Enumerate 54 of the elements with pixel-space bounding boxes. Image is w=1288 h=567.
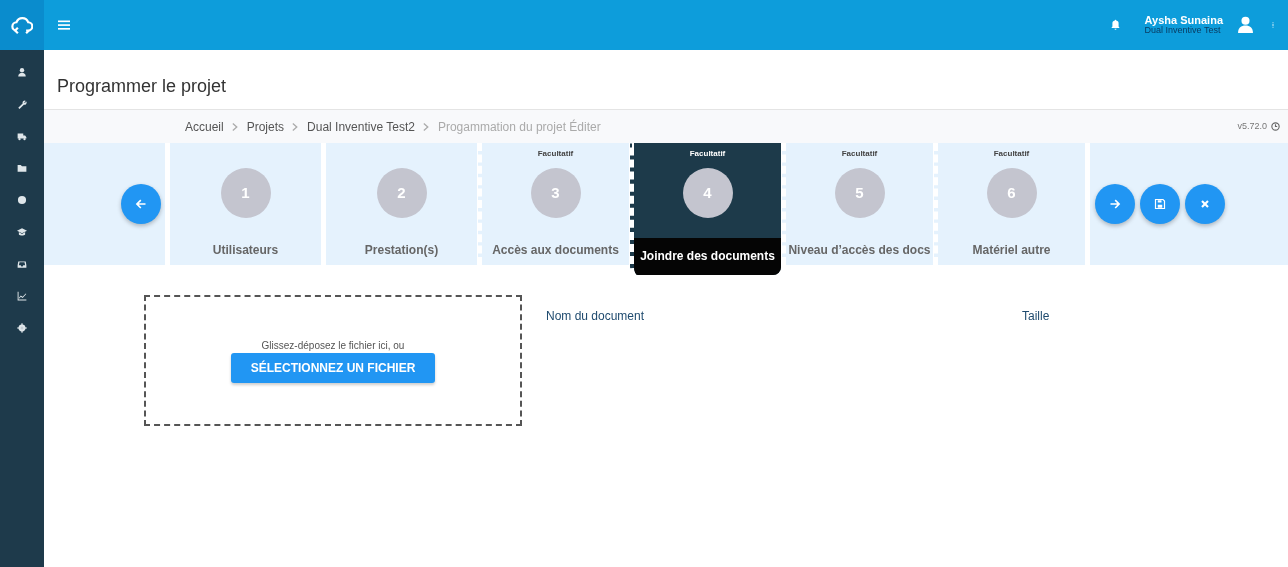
user-name: Aysha Sunaina bbox=[1144, 14, 1223, 26]
step-tab[interactable]: Facultatif 5 Niveau d’accès des docs bbox=[782, 143, 933, 265]
step-optional-label: Facultatif bbox=[537, 149, 574, 158]
user-icon[interactable] bbox=[17, 67, 27, 77]
step-label: Matériel autre bbox=[972, 242, 1051, 259]
wrench-icon[interactable] bbox=[17, 99, 27, 109]
bell-icon[interactable] bbox=[1109, 19, 1121, 31]
breadcrumb-current: Progammation du projet Éditer bbox=[437, 118, 601, 136]
step-label: Niveau d’accès des docs bbox=[788, 242, 931, 259]
cloud-logo-icon bbox=[11, 14, 33, 36]
menu-icon[interactable] bbox=[58, 19, 70, 31]
step-number: 2 bbox=[376, 168, 427, 218]
truck-icon[interactable] bbox=[17, 131, 27, 141]
step-tab[interactable]: Facultatif 4 Joindre des documents bbox=[630, 143, 781, 275]
step-tab[interactable]: Facultatif 6 Matériel autre bbox=[934, 143, 1085, 265]
step-label: Joindre des documents bbox=[634, 238, 781, 275]
file-drop-zone[interactable]: Glissez-déposez le fichier ici, ou SÉLECTIONNEZ UN FICHIER bbox=[144, 295, 522, 426]
close-icon bbox=[1199, 198, 1211, 210]
step-optional-label: Facultatif bbox=[993, 149, 1030, 158]
step-label: Utilisateurs bbox=[212, 242, 279, 259]
step-label: Accès aux documents bbox=[492, 242, 619, 259]
next-button[interactable] bbox=[1095, 184, 1135, 224]
column-header: Taille bbox=[1022, 308, 1050, 325]
step-number: 4 bbox=[682, 168, 733, 218]
step-tab[interactable]: Facultatif 3 Accès aux documents bbox=[478, 143, 629, 265]
save-button[interactable] bbox=[1140, 184, 1180, 224]
graduation-cap-icon[interactable] bbox=[17, 227, 27, 237]
step-number: 1 bbox=[220, 168, 271, 218]
user-avatar-icon[interactable] bbox=[1237, 16, 1254, 34]
step-tab[interactable]: 1 Utilisateurs bbox=[170, 143, 321, 265]
breadcrumb-link[interactable]: Dual Inventive Test2 bbox=[307, 117, 415, 136]
step-number: 6 bbox=[986, 168, 1037, 218]
column-header: Nom du document bbox=[546, 308, 646, 325]
breadcrumb-link[interactable]: Accueil bbox=[185, 117, 224, 136]
breadcrumb-link[interactable]: Projets bbox=[246, 117, 285, 136]
chevron-icon bbox=[421, 121, 431, 132]
version-text: v5.72.0 bbox=[1237, 119, 1267, 133]
back-button[interactable] bbox=[121, 184, 161, 224]
user-organization: Dual Inventive Test bbox=[1144, 26, 1222, 36]
step-label: Prestation(s) bbox=[364, 242, 439, 259]
chevron-icon bbox=[230, 121, 240, 132]
step-number: 5 bbox=[834, 168, 885, 218]
close-button[interactable] bbox=[1185, 184, 1225, 224]
chart-icon[interactable] bbox=[17, 291, 27, 301]
step-optional-label: Facultatif bbox=[689, 149, 726, 158]
drop-zone-hint: Glissez-déposez le fichier ici, ou bbox=[261, 339, 405, 353]
step-number: 3 bbox=[530, 168, 581, 218]
clock-icon bbox=[1271, 122, 1280, 131]
step-tab[interactable]: 2 Prestation(s) bbox=[326, 143, 477, 265]
arrow-left-icon bbox=[135, 198, 147, 210]
inbox-icon[interactable] bbox=[17, 259, 27, 269]
folder-icon[interactable] bbox=[17, 163, 27, 173]
step-optional-label: Facultatif bbox=[841, 149, 878, 158]
arrow-right-icon bbox=[1109, 198, 1121, 210]
